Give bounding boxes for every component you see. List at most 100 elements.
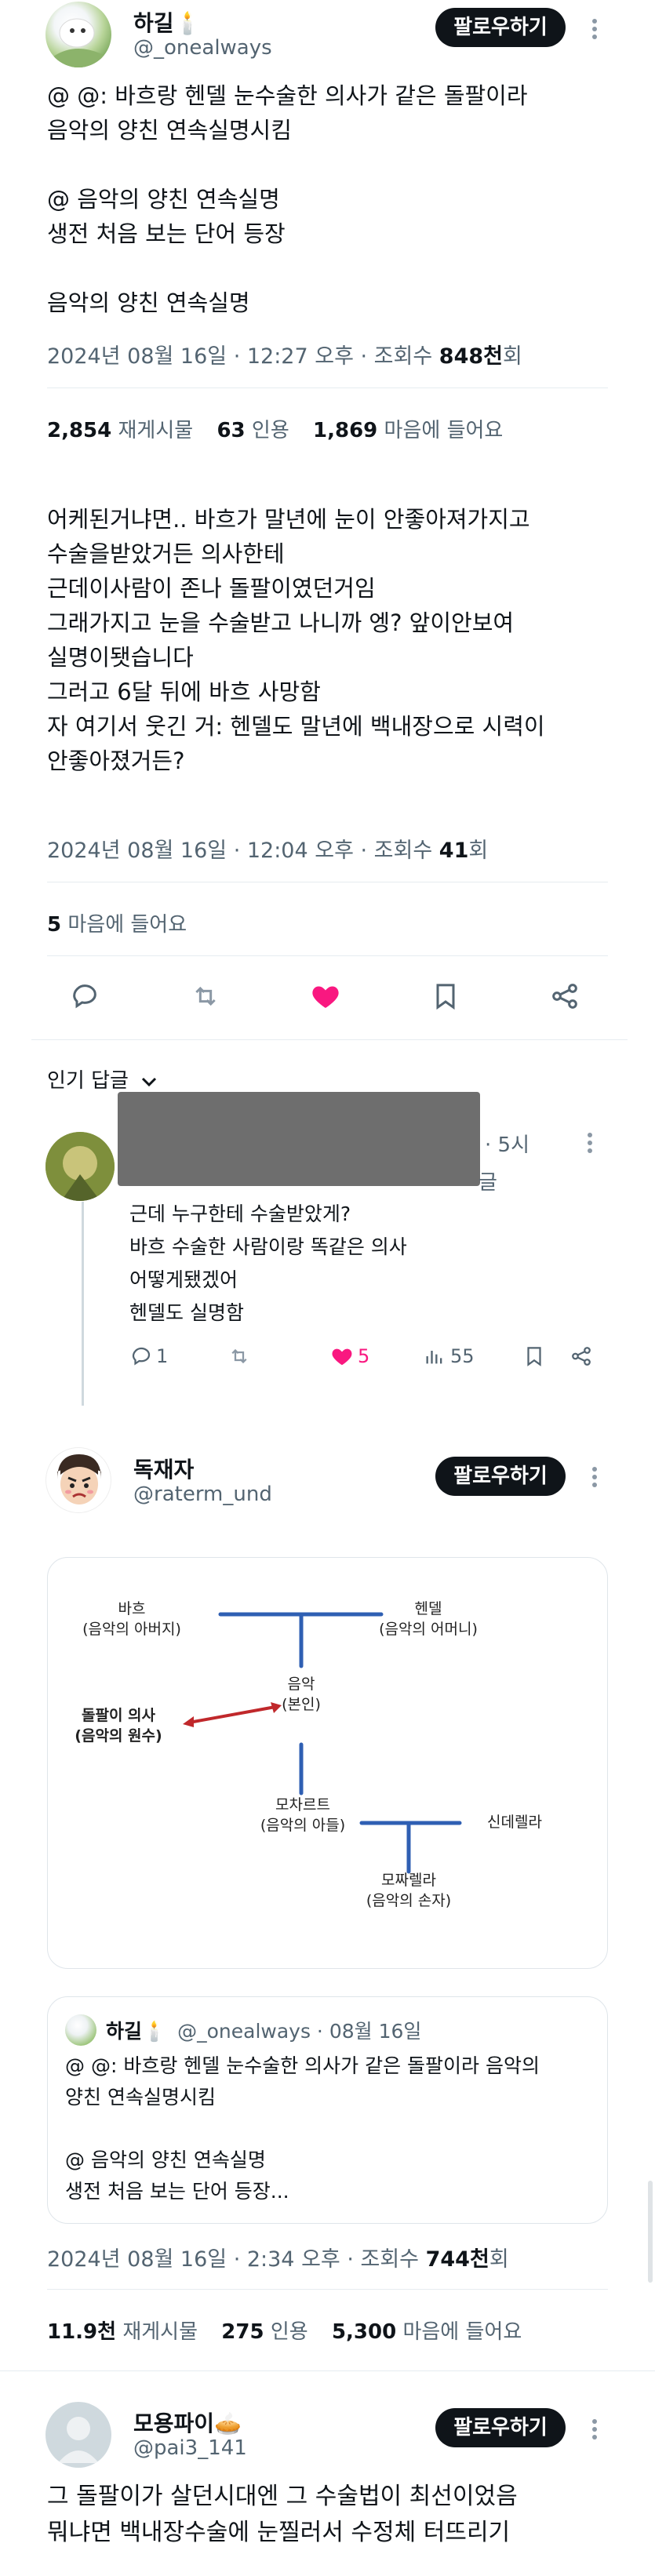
reply-icon: [132, 1347, 151, 1366]
avatar-image: [57, 1454, 101, 1504]
avatar[interactable]: [45, 1132, 115, 1201]
thread-line: [82, 1202, 84, 1406]
follow-button[interactable]: 팔로우하기: [435, 8, 566, 47]
quotes-label: 인용: [251, 419, 289, 442]
sort-replies-dropdown[interactable]: 인기 답글: [47, 1064, 158, 1093]
divider: [47, 2289, 608, 2290]
chevron-down-icon: [142, 1077, 157, 1086]
pie-emoji: 🥧: [214, 2410, 242, 2436]
author-name-text: 모용파이: [133, 2410, 215, 2436]
node-music: 음악 (본인): [282, 1675, 321, 1713]
quoted-author: 하길🕯️ @_onealways · 08월 16일: [106, 2016, 421, 2044]
node-doctor: 돌팔이 의사 (음악의 원수): [75, 1707, 162, 1745]
avatar: [65, 2014, 96, 2046]
author-name[interactable]: 하길🕯️: [133, 6, 201, 38]
reposts-stat[interactable]: 2,854 재게시물: [47, 419, 193, 442]
likes-count: 1,869: [313, 419, 378, 442]
quotes-stat[interactable]: 275 인용: [221, 2320, 307, 2344]
bookmark-icon[interactable]: [430, 981, 461, 1015]
divider: [31, 1039, 628, 1040]
sort-label: 인기 답글: [47, 1069, 129, 1093]
engagement-stats: 11.9천 재게시물 275 인용 5,300 마음에 들어요: [47, 2316, 539, 2345]
likes-count: 5,300: [331, 2320, 397, 2344]
likes-count: 5: [47, 913, 62, 937]
node-bach: 바흐 (음악의 아버지): [82, 1600, 181, 1638]
avatar-image: [45, 1132, 115, 1201]
reposts-count: 11.9천: [47, 2320, 117, 2344]
more-options-icon[interactable]: [583, 17, 606, 41]
author-handle[interactable]: @raterm_und: [133, 1483, 272, 1506]
quoted-author-name: 하길: [106, 2020, 143, 2043]
quotes-count: 63: [217, 419, 246, 442]
node-handel: 헨델 (음악의 어머니): [379, 1600, 478, 1638]
timestamp-text: 2024년 08월 16일 · 12:04 오후 · 조회수: [47, 839, 439, 863]
view-count: 41: [438, 839, 469, 863]
divider: [47, 955, 608, 956]
reply-text: 근데 누구한테 수술받았게? 바흐 수술한 사람이랑 똑같은 의사 어떻게됐겠어…: [129, 1202, 407, 1324]
view-count: 744천: [425, 2247, 489, 2272]
repost-icon[interactable]: [190, 981, 221, 1015]
likes-stat[interactable]: 5,300 마음에 들어요: [332, 2320, 522, 2344]
more-options-icon[interactable]: [583, 2418, 606, 2441]
reply-action-like[interactable]: 5: [329, 1344, 369, 1368]
avatar[interactable]: [45, 2, 111, 67]
default-avatar-icon: [58, 2417, 99, 2463]
reply-icon[interactable]: [69, 981, 100, 1015]
like-count: 5: [358, 1345, 370, 1367]
timestamp-text: 2024년 08월 16일 · 12:27 오후 · 조회수: [47, 344, 439, 369]
reposts-label: 재게시물: [122, 2320, 198, 2344]
divider: [0, 2370, 655, 2371]
reply-action-reply[interactable]: 1: [129, 1344, 168, 1368]
node-cinderella: 신데렐라: [487, 1814, 542, 1831]
likes-label: 마음에 들어요: [402, 2320, 522, 2344]
engagement-stats: 2,854 재게시물 63 인용 1,869 마음에 들어요: [47, 414, 520, 443]
likes-stat[interactable]: 1,869 마음에 들어요: [313, 419, 503, 442]
view-suffix: 회: [468, 839, 489, 863]
share-icon[interactable]: [569, 1344, 593, 1371]
reply-action-views[interactable]: 55: [424, 1344, 475, 1368]
candle-emoji: 🕯️: [173, 10, 202, 36]
like-icon[interactable]: [309, 981, 342, 1015]
quoted-text: @ @: 바흐랑 헨델 눈수술한 의사가 같은 돌팔이라 음악의 양친 연속실명…: [65, 2054, 540, 2203]
view-count: 848천: [438, 344, 503, 369]
reply-time[interactable]: · 5시: [485, 1129, 529, 1158]
reposts-stat[interactable]: 11.9천 재게시물: [47, 2320, 198, 2344]
share-icon[interactable]: [549, 981, 580, 1015]
reply-partial-text: 글: [479, 1171, 497, 1195]
tweet-text: 어케된거냐면.. 바흐가 말년에 눈이 안좋아져가지고 수술을받았거든 의사한테…: [47, 506, 545, 774]
candle-emoji: 🕯️: [142, 2020, 167, 2043]
quoted-tweet[interactable]: 하길🕯️ @_onealways · 08월 16일 @ @: 바흐랑 헨델 눈…: [47, 1996, 608, 2224]
avatar-image: [53, 18, 107, 67]
follow-button[interactable]: 팔로우하기: [435, 2408, 566, 2447]
repost-icon[interactable]: [227, 1344, 251, 1371]
redacted-block: [118, 1092, 480, 1186]
tweet-timestamp[interactable]: 2024년 08월 16일 · 12:27 오후 · 조회수 848천회: [47, 339, 522, 369]
likes-label: 마음에 들어요: [67, 913, 187, 937]
divider: [47, 387, 608, 388]
view-count: 55: [450, 1345, 475, 1367]
quoted-author-handle: @_onealways · 08월 16일: [177, 2020, 422, 2043]
bookmark-icon[interactable]: [522, 1344, 546, 1371]
follow-button[interactable]: 팔로우하기: [435, 1457, 566, 1496]
more-options-icon[interactable]: [578, 1131, 602, 1155]
scrollbar[interactable]: [648, 2181, 653, 2283]
reposts-label: 재게시물: [118, 419, 194, 442]
author-name-text: 하길: [133, 10, 174, 36]
reply-count: 1: [156, 1345, 169, 1367]
avatar[interactable]: [45, 2402, 111, 2468]
quotes-stat[interactable]: 63 인용: [217, 419, 289, 442]
author-name[interactable]: 독재자: [133, 1453, 194, 1484]
author-handle[interactable]: @_onealways: [133, 36, 272, 60]
more-options-icon[interactable]: [583, 1465, 606, 1489]
author-name[interactable]: 모용파이🥧: [133, 2407, 242, 2438]
avatar[interactable]: [45, 1447, 111, 1513]
likes-stat[interactable]: 5 마음에 들어요: [47, 913, 187, 937]
reposts-count: 2,854: [47, 419, 112, 442]
tweet-timestamp[interactable]: 2024년 08월 16일 · 2:34 오후 · 조회수 744천회: [47, 2242, 509, 2272]
tweet-text: 그 돌팔이가 살던시대엔 그 수술법이 최선이었음 뭐냐면 백내장수술에 눈찔러…: [47, 2483, 518, 2546]
family-tree-image[interactable]: 바흐 (음악의 아버지) 헨델 (음악의 어머니) 음악 (본인) 돌팔이 의사…: [47, 1557, 608, 1969]
arrow-head-left: [183, 1716, 194, 1727]
view-suffix: 회: [489, 2247, 509, 2272]
tweet-timestamp[interactable]: 2024년 08월 16일 · 12:04 오후 · 조회수 41회: [47, 833, 488, 864]
author-handle[interactable]: @pai3_141: [133, 2436, 247, 2460]
